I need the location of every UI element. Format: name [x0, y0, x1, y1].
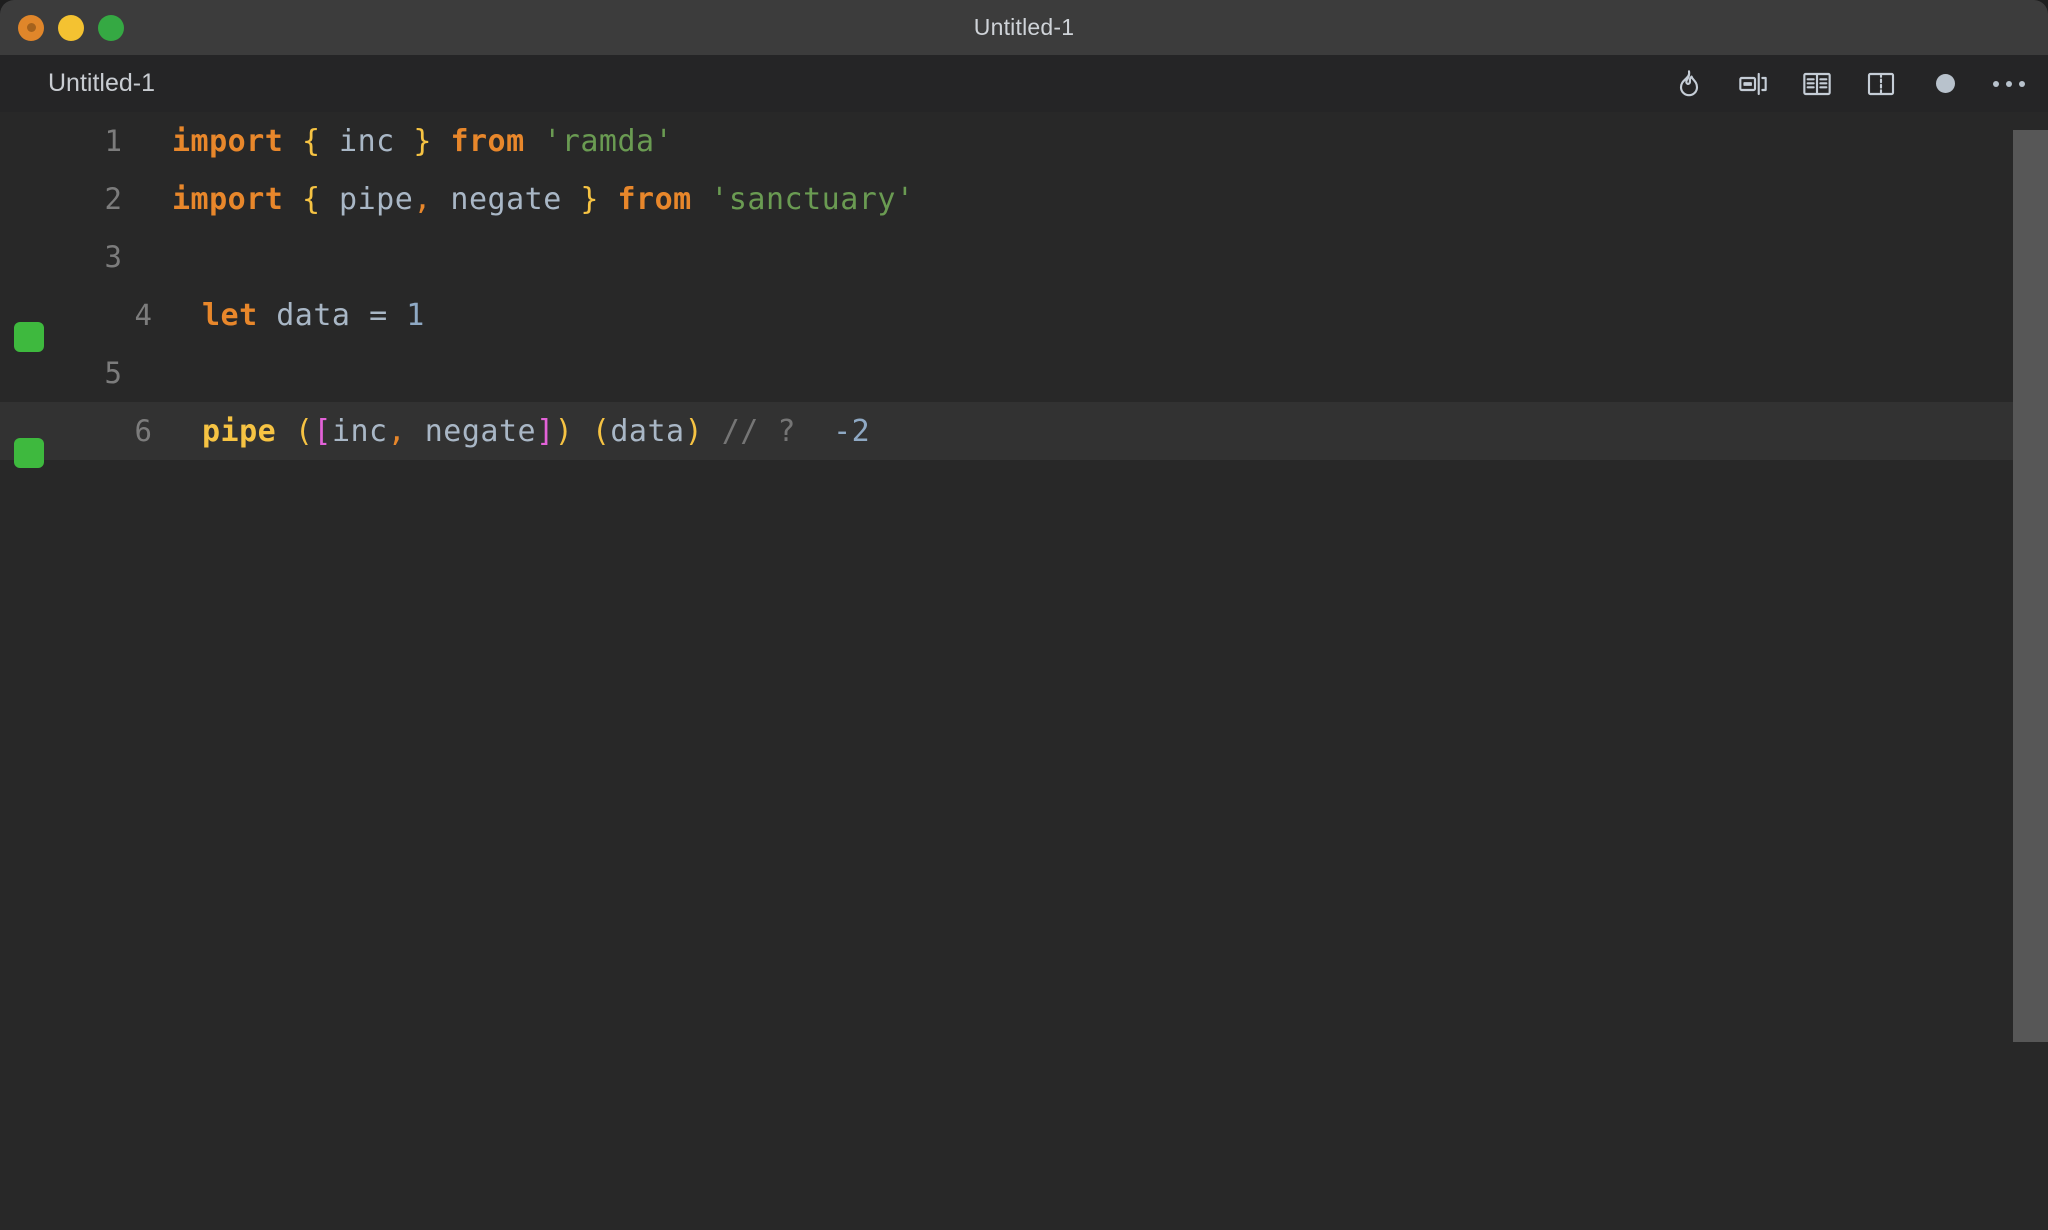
code-line-3[interactable]: 3 — [0, 228, 2048, 286]
token: [ — [313, 413, 332, 449]
code-line-1[interactable]: 1 import { inc } from 'ramda' — [0, 112, 2048, 170]
line-number: 6 — [134, 414, 152, 448]
editor-scrollbar-thumb[interactable] — [2013, 130, 2048, 1042]
token: negate — [406, 413, 537, 449]
close-window-button[interactable] — [18, 14, 44, 41]
open-book-icon[interactable] — [1800, 67, 1834, 101]
token: negate — [431, 181, 581, 217]
code-line-4[interactable]: 4 let data = 1 — [0, 286, 2048, 352]
line-content[interactable]: import { pipe, negate } from 'sanctuary' — [122, 182, 915, 217]
code-line-5[interactable]: 5 — [0, 344, 2048, 402]
token: from — [617, 181, 692, 217]
token: -2 — [833, 413, 871, 449]
line-number: 5 — [104, 356, 122, 390]
line-number: 1 — [104, 124, 122, 158]
token: inc — [320, 123, 414, 159]
line-number: 3 — [104, 240, 122, 274]
token: import — [172, 181, 284, 217]
editor-scrollbar[interactable] — [2013, 112, 2048, 1230]
code-line-6[interactable]: 6 pipe ([inc, negate]) (data) // ? -2 — [0, 402, 2048, 468]
code-lines: 1 import { inc } from 'ramda' 2 import { pi… — [0, 112, 2048, 468]
token: { — [301, 181, 321, 217]
token: data — [610, 413, 685, 449]
token: , — [387, 413, 407, 449]
code-editor[interactable]: 1 import { inc } from 'ramda' 2 import { pi… — [0, 112, 2048, 1230]
editor-toolbar — [1672, 55, 2026, 112]
token: 'sanctuary' — [710, 181, 915, 217]
token: // ? — [721, 413, 796, 449]
token: 1 — [406, 297, 425, 333]
token: pipe — [320, 181, 414, 217]
line-number: 2 — [104, 182, 122, 216]
line-content[interactable]: import { inc } from 'ramda' — [122, 124, 673, 159]
minimize-window-button[interactable] — [58, 14, 84, 41]
line-content[interactable]: let data = 1 — [152, 298, 425, 333]
token: } — [413, 123, 432, 159]
token: ) — [684, 413, 704, 449]
token: = — [369, 297, 388, 333]
token: data — [257, 297, 370, 333]
line-content[interactable]: pipe ([inc, negate]) (data) // ? -2 — [152, 414, 870, 449]
token: import — [172, 123, 284, 159]
token: 'ramda' — [543, 123, 674, 159]
more-actions-icon[interactable] — [1992, 67, 2026, 101]
token: let — [202, 297, 258, 333]
tab-strip: Untitled-1 — [0, 55, 2048, 112]
window-titlebar: Untitled-1 — [0, 0, 2048, 55]
token: , — [413, 181, 432, 217]
maximize-window-button[interactable] — [98, 14, 124, 41]
window-title: Untitled-1 — [973, 14, 1075, 40]
align-split-icon[interactable] — [1736, 67, 1770, 101]
token: ( — [294, 413, 314, 449]
record-dot-icon[interactable] — [1928, 67, 1962, 101]
token: ) — [554, 413, 574, 449]
token: ( — [591, 413, 611, 449]
line-number: 4 — [134, 298, 152, 332]
editor-window: Untitled-1 Untitled-1 1 import {inc} f… — [0, 0, 2048, 1230]
token: inc — [331, 413, 388, 449]
split-editor-icon[interactable] — [1864, 67, 1898, 101]
flame-icon[interactable] — [1672, 67, 1706, 101]
token: from — [450, 123, 525, 159]
code-line-2[interactable]: 2 import { pipe, negate } from 'sanctuary… — [0, 170, 2048, 228]
token: { — [301, 123, 321, 159]
tab-untitled-1[interactable]: Untitled-1 — [0, 55, 177, 112]
token: pipe — [202, 413, 277, 449]
window-controls — [18, 0, 124, 55]
token: ] — [536, 413, 555, 449]
token: } — [580, 181, 599, 217]
